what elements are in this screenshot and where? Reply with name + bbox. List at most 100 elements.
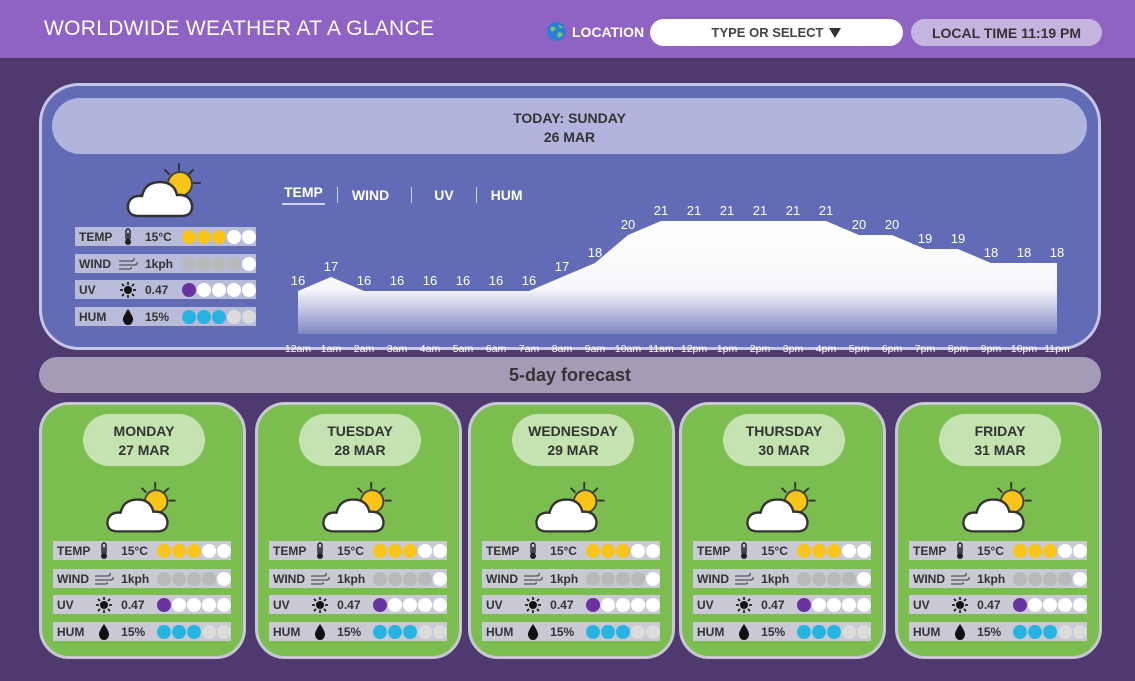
x-tick-label: 11am — [648, 343, 674, 355]
stat-row-uv: UV 0.47 — [909, 595, 1087, 614]
data-label: 21 — [786, 203, 800, 218]
x-tick-label: 7am — [519, 343, 540, 355]
data-label: 16 — [423, 273, 437, 288]
level-dots — [797, 543, 871, 558]
day-name: FRIDAY — [974, 423, 1026, 439]
stat-value: 15°C — [121, 543, 148, 558]
x-tick-label: 10am — [615, 343, 642, 355]
stat-value: 1kph — [550, 571, 579, 586]
data-label: 20 — [852, 217, 866, 232]
stat-label: TEMP — [79, 229, 113, 244]
stat-row-hum: HUM 15% — [909, 622, 1087, 641]
data-label: 21 — [654, 203, 668, 218]
data-label: 18 — [1050, 245, 1064, 260]
partly-cloudy-icon — [322, 481, 392, 533]
data-label: 16 — [489, 273, 503, 288]
today-date: 26 MAR — [543, 129, 596, 145]
stat-value: 0.47 — [121, 597, 145, 612]
stat-row-wind: WIND 1kph — [693, 569, 871, 588]
stat-value: 15% — [145, 309, 170, 324]
wind-icon — [117, 255, 139, 273]
day-name: MONDAY — [113, 423, 175, 439]
forecast-card-tuesday: TUESDAY 28 MAR TEMP 15°C WIND 1kph UV 0.47 HUM 15… — [255, 402, 462, 659]
partly-cloudy-icon — [106, 481, 176, 533]
level-dots — [1013, 571, 1087, 586]
thermometer-icon — [310, 541, 331, 560]
droplet-icon — [734, 623, 755, 641]
stat-value: 1kph — [121, 571, 150, 586]
level-dots — [157, 624, 231, 639]
x-tick-label: 10pm — [1011, 343, 1038, 355]
data-label: 21 — [819, 203, 833, 218]
stat-value: 0.47 — [337, 597, 361, 612]
day-header: WEDNESDAY 29 MAR — [512, 414, 634, 466]
stat-row-hum: HUM 15% — [269, 622, 447, 641]
app-header: WORLDWIDE WEATHER AT A GLANCE LOCATION T… — [0, 0, 1135, 58]
day-name: THURSDAY — [745, 423, 823, 439]
stat-label: HUM — [79, 309, 107, 324]
x-tick-label: 8am — [552, 343, 573, 355]
location-dropdown[interactable]: TYPE OR SELECT — [650, 19, 903, 46]
level-dots — [797, 624, 871, 639]
wind-icon — [950, 570, 971, 588]
x-tick-label: 9am — [585, 343, 606, 355]
stat-label: TEMP — [486, 543, 520, 558]
stat-value: 0.47 — [145, 282, 169, 297]
data-label: 16 — [291, 273, 305, 288]
level-dots — [586, 597, 660, 612]
stat-row-hum: HUM 15% — [482, 622, 660, 641]
data-label: 21 — [687, 203, 701, 218]
forecast-card-thursday: THURSDAY 30 MAR TEMP 15°C WIND 1kph UV 0.47 HUM 1… — [679, 402, 886, 659]
thermometer-icon — [117, 227, 139, 246]
droplet-icon — [310, 623, 331, 641]
partly-cloudy-icon — [126, 163, 201, 218]
level-dots — [373, 624, 447, 639]
partly-cloudy-icon — [535, 481, 605, 533]
data-label: 19 — [918, 231, 932, 246]
stat-value: 15°C — [337, 543, 364, 558]
today-header: TODAY: SUNDAY 26 MAR — [52, 98, 1087, 154]
stat-row-wind: WIND 1kph — [909, 569, 1087, 588]
day-header: FRIDAY 31 MAR — [939, 414, 1061, 466]
forecast-banner: 5-day forecast — [39, 357, 1101, 393]
stat-value: 15% — [977, 624, 1002, 639]
stat-label: UV — [273, 597, 290, 612]
stat-value: 15°C — [550, 543, 577, 558]
x-tick-label: 5pm — [849, 343, 870, 355]
day-name: WEDNESDAY — [528, 423, 618, 439]
stat-row-temp: TEMP 15°C — [75, 227, 256, 246]
stat-label: TEMP — [697, 543, 731, 558]
level-dots — [182, 229, 256, 244]
data-label: 17 — [555, 259, 569, 274]
stat-label: TEMP — [913, 543, 947, 558]
day-date: 29 MAR — [547, 442, 599, 458]
x-tick-label: 2pm — [750, 343, 771, 355]
droplet-icon — [523, 623, 544, 641]
stat-label: WIND — [273, 571, 305, 586]
day-header: TUESDAY 28 MAR — [299, 414, 421, 466]
sun-icon — [523, 596, 544, 614]
x-tick-label: 5am — [453, 343, 474, 355]
stat-label: HUM — [57, 624, 85, 639]
local-time-badge: LOCAL TIME 11:19 PM — [911, 19, 1102, 46]
stat-row-wind: WIND 1kph — [269, 569, 447, 588]
stat-label: HUM — [273, 624, 301, 639]
stat-value: 1kph — [761, 571, 790, 586]
stat-row-hum: HUM 15% — [75, 307, 256, 326]
stat-label: UV — [57, 597, 74, 612]
stat-label: WIND — [57, 571, 89, 586]
stat-label: HUM — [697, 624, 725, 639]
level-dots — [1013, 624, 1087, 639]
x-tick-label: 9pm — [981, 343, 1002, 355]
data-label: 18 — [1017, 245, 1031, 260]
chevron-down-icon — [829, 27, 842, 38]
droplet-icon — [950, 623, 971, 641]
globe-icon — [547, 22, 566, 41]
today-day: TODAY: SUNDAY — [513, 110, 626, 126]
day-date: 31 MAR — [974, 442, 1026, 458]
day-name: TUESDAY — [327, 423, 393, 439]
wind-icon — [310, 570, 331, 588]
location-label: LOCATION — [572, 24, 645, 40]
sun-icon — [310, 596, 331, 614]
level-dots — [182, 256, 256, 271]
